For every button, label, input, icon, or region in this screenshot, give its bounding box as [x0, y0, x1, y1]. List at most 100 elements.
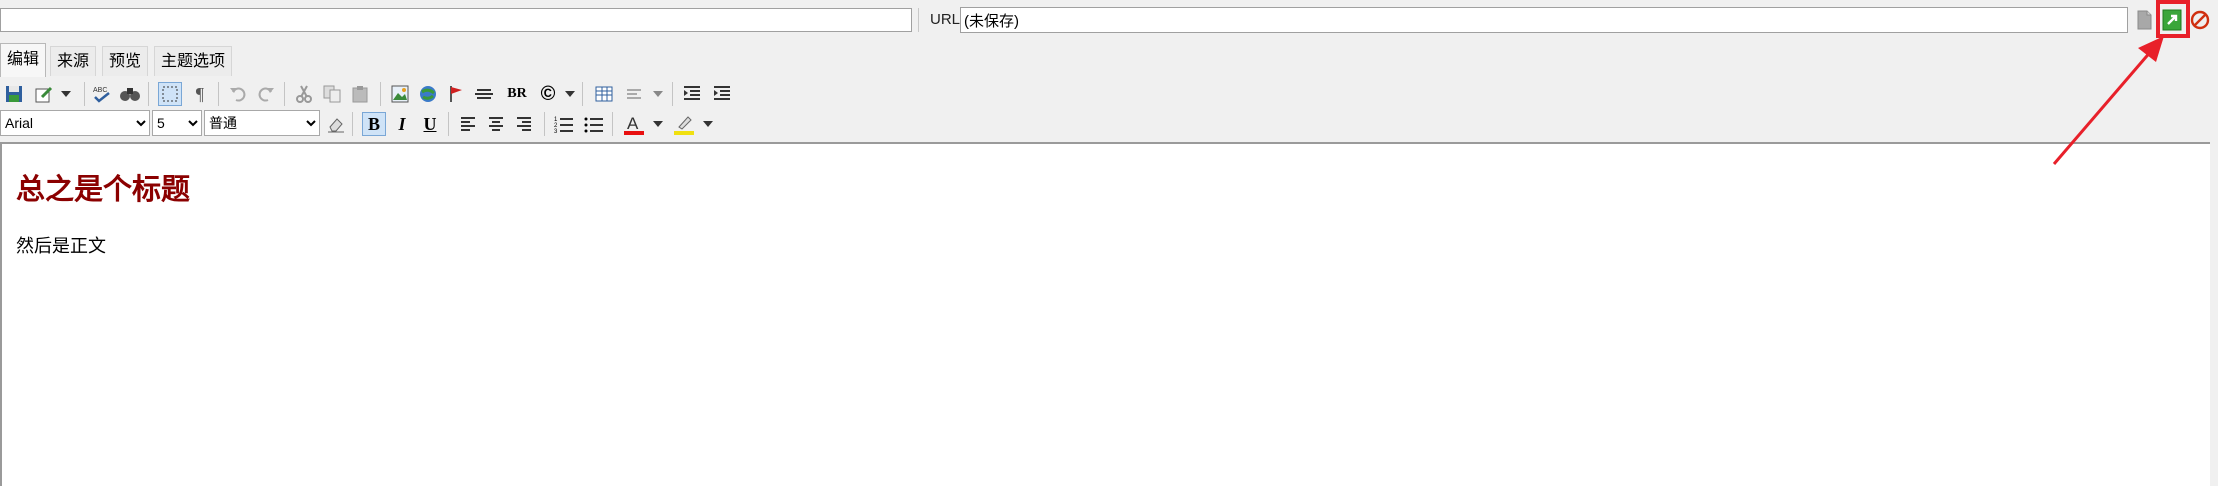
eraser-icon: [328, 118, 344, 133]
tab-label: 编辑: [7, 51, 40, 68]
paragraph-style-select[interactable]: 普通: [204, 110, 320, 136]
bold-icon: B: [367, 113, 380, 134]
chevron-down-icon: [61, 91, 71, 97]
outdent-icon: [684, 86, 700, 100]
document-button[interactable]: [2132, 8, 2156, 32]
table-dropdown[interactable]: [652, 82, 664, 106]
toolbar-separator: [582, 82, 583, 106]
paste-icon: [352, 86, 368, 103]
title-input[interactable]: [0, 8, 912, 32]
align-right-button[interactable]: [512, 112, 536, 136]
toolbar-separator: [380, 82, 381, 106]
tab-label: 预览: [109, 53, 142, 70]
highlight-button[interactable]: [672, 112, 696, 136]
redo-button[interactable]: [254, 82, 278, 106]
italic-icon: I: [398, 113, 406, 134]
font-size-select[interactable]: 5: [152, 110, 202, 136]
insert-link-button[interactable]: [416, 82, 440, 106]
toolbar-separator: [84, 82, 85, 106]
align-left-icon: [461, 117, 475, 131]
highlight-dropdown[interactable]: [702, 112, 714, 136]
copy-button[interactable]: [320, 82, 344, 106]
undo-icon: [230, 87, 246, 102]
link-icon: [420, 86, 436, 102]
toolbar-separator: [672, 82, 673, 106]
special-char-button[interactable]: ©: [536, 82, 560, 106]
undo-button[interactable]: [226, 82, 250, 106]
toolbar-separator: [352, 112, 353, 136]
show-formatting-button[interactable]: ¶: [188, 82, 212, 106]
url-separator: [918, 8, 919, 32]
align-left-button[interactable]: [456, 112, 480, 136]
edit-icon: [35, 86, 53, 103]
bold-button[interactable]: B: [362, 112, 386, 136]
font-family-select[interactable]: Arial: [0, 110, 150, 136]
chevron-down-icon: [565, 91, 575, 97]
indent-icon: [714, 86, 730, 100]
italic-button[interactable]: I: [390, 112, 414, 136]
font-color-icon: A: [624, 114, 644, 135]
line-break-button[interactable]: BR: [502, 82, 532, 106]
insert-anchor-button[interactable]: [444, 82, 468, 106]
chevron-down-icon: [703, 121, 713, 127]
tab-preview[interactable]: 预览: [102, 46, 149, 76]
copyright-icon: ©: [540, 82, 556, 105]
line-break-label: BR: [507, 86, 527, 101]
toolbar-separator: [544, 112, 545, 136]
toolbar-separator: [218, 82, 219, 106]
edit-button[interactable]: [32, 82, 56, 106]
insert-table-button[interactable]: [592, 82, 616, 106]
editor-area[interactable]: 总之是个标题 然后是正文: [0, 142, 2210, 486]
align-right-icon: [517, 117, 531, 131]
cancel-button[interactable]: [2188, 8, 2212, 32]
document-heading[interactable]: 总之是个标题: [16, 166, 190, 208]
toolbar-separator: [448, 112, 449, 136]
font-color-button[interactable]: A: [622, 112, 646, 136]
font-color-dropdown[interactable]: [652, 112, 664, 136]
tab-edit[interactable]: 编辑: [0, 43, 47, 77]
chevron-down-icon: [653, 91, 663, 97]
save-icon: [6, 86, 22, 102]
cut-button[interactable]: [292, 82, 316, 106]
edit-dropdown[interactable]: [60, 82, 72, 106]
url-input[interactable]: [960, 7, 2128, 33]
ordered-list-button[interactable]: 123: [552, 112, 576, 136]
horizontal-rule-button[interactable]: [472, 82, 496, 106]
clear-format-button[interactable]: [324, 112, 348, 136]
anchor-icon: [450, 86, 462, 102]
table-row-button[interactable]: [622, 82, 646, 106]
toolbar-separator: [148, 82, 149, 106]
document-icon: [2137, 10, 2152, 30]
table-row-icon: [627, 89, 641, 99]
underline-icon: U: [423, 113, 437, 134]
insert-image-button[interactable]: [388, 82, 412, 106]
paste-button[interactable]: [348, 82, 372, 106]
pilcrow-icon: ¶: [195, 83, 205, 104]
cut-icon: [296, 85, 312, 103]
svg-text:3: 3: [554, 129, 558, 133]
tab-theme-options[interactable]: 主题选项: [154, 46, 233, 76]
document-body[interactable]: 然后是正文: [16, 232, 106, 258]
ordered-list-icon: 123: [554, 117, 573, 133]
unordered-list-icon: [584, 117, 603, 133]
underline-button[interactable]: U: [418, 112, 442, 136]
highlight-icon: [674, 116, 694, 135]
image-icon: [391, 85, 409, 103]
tab-label: 来源: [57, 53, 90, 70]
tab-label: 主题选项: [161, 53, 226, 70]
horizontal-rule-icon: [475, 89, 493, 99]
outdent-button[interactable]: [680, 82, 704, 106]
tab-source[interactable]: 来源: [50, 46, 97, 76]
align-center-button[interactable]: [484, 112, 508, 136]
unordered-list-button[interactable]: [582, 112, 606, 136]
spellcheck-button[interactable]: ABC: [90, 82, 114, 106]
find-button[interactable]: [118, 82, 142, 106]
save-button[interactable]: [2, 82, 26, 106]
annotation-arrow: [2052, 36, 2164, 165]
select-all-button[interactable]: [158, 82, 182, 106]
svg-text:A: A: [627, 114, 639, 133]
indent-button[interactable]: [710, 82, 734, 106]
special-char-dropdown[interactable]: [564, 82, 576, 106]
cancel-icon: [2190, 10, 2210, 30]
copy-icon: [323, 85, 341, 103]
